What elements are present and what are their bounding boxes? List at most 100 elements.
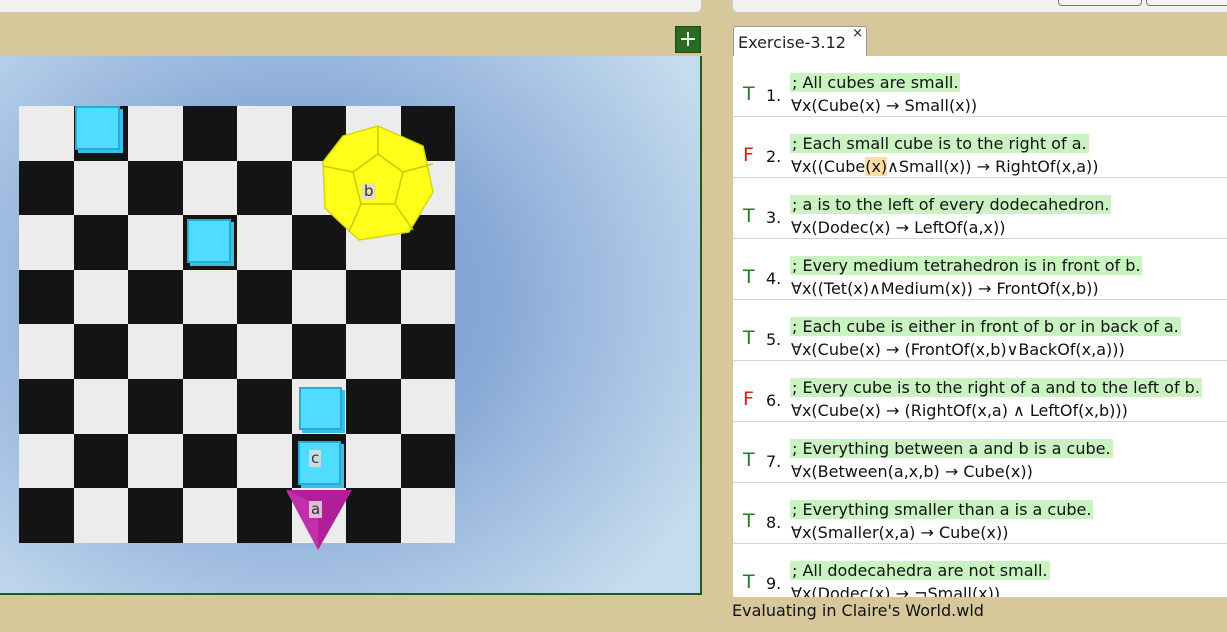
sentence-row[interactable]: T 1. ; All cubes are small. ∀x(Cube(x) →… xyxy=(733,56,1227,117)
board-square[interactable] xyxy=(237,324,292,379)
formula-part: ∧Small(x)) → RightOf(x,a)) xyxy=(887,157,1099,176)
board-square[interactable] xyxy=(19,160,74,216)
board-square[interactable] xyxy=(182,488,237,543)
board-square[interactable] xyxy=(237,378,292,434)
board-square[interactable] xyxy=(19,433,74,489)
sentence-number: 8. xyxy=(766,513,782,532)
object-label-b: b xyxy=(362,182,376,200)
sentence-formula[interactable]: ∀x(Dodec(x) → LeftOf(a,x)) xyxy=(791,218,1006,238)
cube-object[interactable] xyxy=(75,106,120,150)
sentence-formula[interactable]: ∀x(Cube(x) → (FrontOf(x,b)∨BackOf(x,a))) xyxy=(791,340,1125,360)
sentence-row[interactable]: T 5. ; Each cube is either in front of b… xyxy=(733,300,1227,361)
board-square[interactable] xyxy=(237,269,292,325)
truth-value: T xyxy=(743,327,755,349)
sentence-comment: ; Everything smaller than a is a cube. xyxy=(790,500,1094,519)
sentence-formula[interactable]: ∀x((Cube(x)∧Small(x)) → RightOf(x,a)) xyxy=(791,157,1099,177)
board-square[interactable] xyxy=(128,160,183,216)
board-square[interactable] xyxy=(73,433,128,489)
status-text: Evaluating in Claire's World.wld xyxy=(732,601,984,620)
board-square[interactable] xyxy=(73,324,128,379)
world-view[interactable]: c b a xyxy=(0,56,702,595)
board-square[interactable] xyxy=(19,488,74,543)
board-square[interactable] xyxy=(400,488,455,543)
sentence-formula[interactable]: ∀x(Cube(x) → (RightOf(x,a) ∧ LeftOf(x,b)… xyxy=(791,401,1128,421)
sentence-formula[interactable]: ∀x(Between(a,x,b) → Cube(x)) xyxy=(791,462,1033,482)
board-square[interactable] xyxy=(237,215,292,270)
sentence-list[interactable]: T 1. ; All cubes are small. ∀x(Cube(x) →… xyxy=(733,56,1227,597)
board-square[interactable] xyxy=(400,378,455,434)
board-square[interactable] xyxy=(73,215,128,270)
tab-exercise[interactable]: Exercise-3.12 × xyxy=(733,26,867,56)
board-square[interactable] xyxy=(346,324,401,379)
board-square[interactable] xyxy=(400,324,455,379)
board-square[interactable] xyxy=(237,488,292,543)
board-square[interactable] xyxy=(346,269,401,325)
board-square[interactable] xyxy=(400,269,455,325)
board-square[interactable] xyxy=(182,378,237,434)
sentence-formula[interactable]: ∀x((Tet(x)∧Medium(x)) → FrontOf(x,b)) xyxy=(791,279,1099,299)
sentence-formula[interactable]: ∀x(Smaller(x,a) → Cube(x)) xyxy=(791,523,1008,543)
sentence-formula[interactable]: ∀x(Cube(x) → Small(x)) xyxy=(791,96,977,116)
toolbar-button-2[interactable] xyxy=(1146,0,1227,6)
board-square[interactable] xyxy=(291,324,346,379)
board-square[interactable] xyxy=(19,324,74,379)
board-square[interactable] xyxy=(346,488,401,543)
board-square[interactable] xyxy=(19,106,74,161)
board-square[interactable] xyxy=(128,488,183,543)
formula-highlight: (x) xyxy=(865,157,888,176)
sentence-comment: ; Everything between a and b is a cube. xyxy=(790,439,1113,458)
sentence-number: 3. xyxy=(766,208,782,227)
board-square[interactable] xyxy=(128,106,183,161)
board-square[interactable] xyxy=(346,433,401,489)
board-square[interactable] xyxy=(73,488,128,543)
truth-value: T xyxy=(743,83,755,105)
sentence-row[interactable]: T 9. ; All dodecahedra are not small. ∀x… xyxy=(733,544,1227,597)
board-square[interactable] xyxy=(19,378,74,434)
board-square[interactable] xyxy=(128,378,183,434)
board-square[interactable] xyxy=(400,433,455,489)
board-square[interactable] xyxy=(73,160,128,216)
cube-object[interactable] xyxy=(299,387,342,430)
dodecahedron-object-b[interactable] xyxy=(321,124,435,242)
sentence-row[interactable]: F 6. ; Every cube is to the right of a a… xyxy=(733,361,1227,422)
object-label-c: c xyxy=(309,449,322,467)
board-square[interactable] xyxy=(19,269,74,325)
board-square[interactable] xyxy=(346,378,401,434)
sentence-row[interactable]: T 4. ; Every medium tetrahedron is in fr… xyxy=(733,239,1227,300)
board-square[interactable] xyxy=(291,269,346,325)
board-square[interactable] xyxy=(128,269,183,325)
board-square[interactable] xyxy=(73,378,128,434)
sentence-row[interactable]: T 8. ; Everything smaller than a is a cu… xyxy=(733,483,1227,544)
sentence-number: 4. xyxy=(766,269,782,288)
tetrahedron-object-a[interactable] xyxy=(286,489,352,551)
sentence-comment: ; All cubes are small. xyxy=(790,73,961,92)
board-square[interactable] xyxy=(237,160,292,216)
board-square[interactable] xyxy=(19,215,74,270)
toolbar-button-1[interactable] xyxy=(1058,0,1142,6)
sentence-comment: ; a is to the left of every dodecahedron… xyxy=(790,195,1112,214)
board-square[interactable] xyxy=(128,324,183,379)
board-square[interactable] xyxy=(237,106,292,161)
sentence-row[interactable]: T 7. ; Everything between a and b is a c… xyxy=(733,422,1227,483)
sentence-row[interactable]: F 2. ; Each small cube is to the right o… xyxy=(733,117,1227,178)
board-square[interactable] xyxy=(182,160,237,216)
board-square[interactable] xyxy=(182,324,237,379)
sentence-row[interactable]: T 3. ; a is to the left of every dodecah… xyxy=(733,178,1227,239)
board-square[interactable] xyxy=(128,215,183,270)
board-square[interactable] xyxy=(73,269,128,325)
board-square[interactable] xyxy=(182,269,237,325)
sentence-comment: ; Each cube is either in front of b or i… xyxy=(790,317,1181,336)
board-square[interactable] xyxy=(128,433,183,489)
board-square[interactable] xyxy=(237,433,292,489)
board-square[interactable] xyxy=(182,106,237,161)
sentence-comment: ; Every cube is to the right of a and to… xyxy=(790,378,1202,397)
board-square[interactable] xyxy=(182,433,237,489)
truth-value: F xyxy=(743,388,754,410)
cube-object[interactable] xyxy=(187,219,231,263)
tab-label: Exercise-3.12 xyxy=(738,33,846,52)
sentence-number: 6. xyxy=(766,391,782,410)
sentence-formula[interactable]: ∀x(Dodec(x) → ¬Small(x)) xyxy=(791,584,1000,597)
sentence-number: 9. xyxy=(766,574,782,593)
add-button[interactable]: + xyxy=(675,26,701,53)
close-icon[interactable]: × xyxy=(852,26,863,41)
